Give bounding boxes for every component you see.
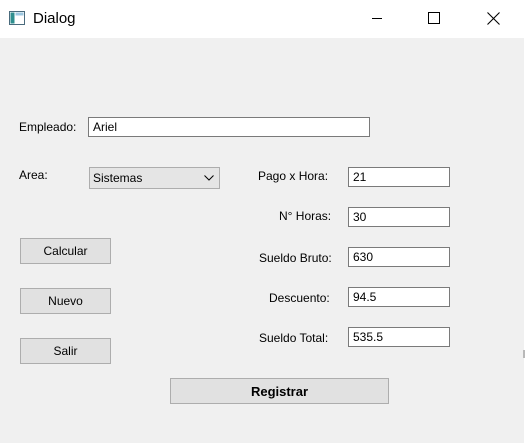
close-button[interactable] xyxy=(470,0,516,36)
horas-input[interactable] xyxy=(348,207,450,227)
maximize-button[interactable] xyxy=(411,0,457,36)
title-bar: Dialog xyxy=(0,0,526,38)
sueldo-bruto-field[interactable] xyxy=(348,247,450,267)
calcular-button[interactable]: Calcular xyxy=(20,238,111,264)
sueldo-total-label: Sueldo Total: xyxy=(259,331,329,345)
window-title: Dialog xyxy=(33,10,76,27)
chevron-down-icon xyxy=(199,175,219,181)
sueldo-total-field[interactable] xyxy=(348,327,450,347)
app-icon xyxy=(9,11,25,25)
descuento-field[interactable] xyxy=(348,287,450,307)
pago-hora-label: Pago x Hora: xyxy=(258,169,329,183)
area-selected-value: Sistemas xyxy=(93,171,143,185)
registrar-button[interactable]: Registrar xyxy=(170,378,389,404)
salir-button[interactable]: Salir xyxy=(20,338,111,364)
empleado-input[interactable] xyxy=(88,117,370,137)
area-combobox[interactable]: Sistemas xyxy=(89,167,220,189)
resize-marker xyxy=(523,350,525,358)
minimize-icon xyxy=(372,18,382,19)
minimize-button[interactable] xyxy=(354,0,400,36)
descuento-label: Descuento: xyxy=(269,291,330,305)
area-label: Area: xyxy=(19,168,48,182)
horas-label: N° Horas: xyxy=(279,209,332,223)
close-icon xyxy=(486,11,500,25)
maximize-icon xyxy=(428,12,440,24)
nuevo-button[interactable]: Nuevo xyxy=(20,288,111,314)
empleado-label: Empleado: xyxy=(19,120,77,134)
pago-hora-input[interactable] xyxy=(348,167,450,187)
sueldo-bruto-label: Sueldo Bruto: xyxy=(259,251,332,265)
